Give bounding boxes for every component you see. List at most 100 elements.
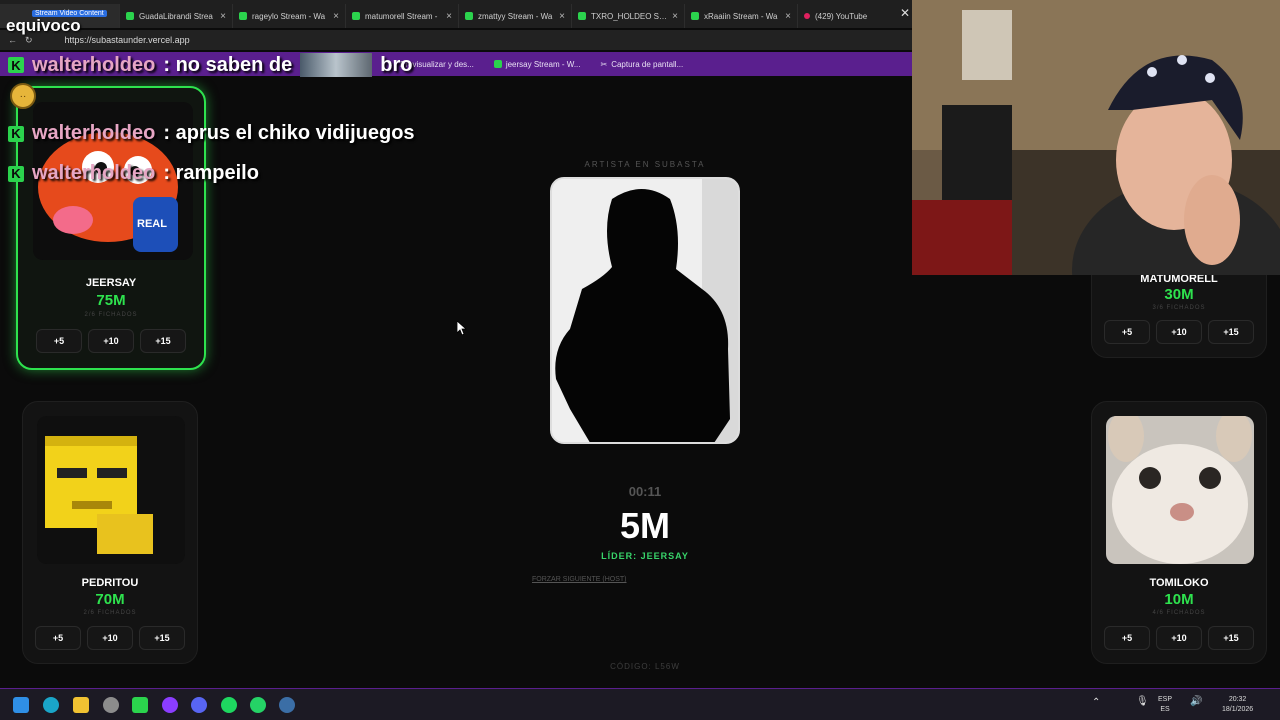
kick-icon: K bbox=[8, 57, 24, 73]
close-icon[interactable]: × bbox=[672, 11, 678, 22]
bid-plus-5-button[interactable]: +5 bbox=[1104, 320, 1150, 344]
kick-icon bbox=[126, 12, 134, 20]
bid-plus-5-button[interactable]: +5 bbox=[35, 626, 81, 650]
player-avatar bbox=[37, 416, 185, 564]
player-money: 70M bbox=[95, 591, 125, 608]
kick-icon bbox=[691, 12, 699, 20]
player-signed-count: 4/6 FICHADOS bbox=[1152, 610, 1206, 616]
bookmark-item[interactable]: ✂ Captura de pantall... bbox=[601, 60, 684, 69]
settings-icon[interactable] bbox=[103, 697, 119, 713]
leader-label: LÍDER: JEERSAY bbox=[601, 551, 689, 561]
language-code: ESP bbox=[1158, 696, 1173, 703]
tab-label: matumorell Stream - bbox=[365, 11, 438, 21]
screen: GuadaLibrandi Strea × rageylo Stream - Wa… bbox=[0, 0, 1280, 720]
chat-message: K walterholdeo : aprus el chiko vidijueg… bbox=[8, 122, 415, 145]
bid-plus-10-button[interactable]: +10 bbox=[88, 329, 134, 353]
chat-message: K walterholdeo : rampeilo bbox=[8, 162, 259, 185]
steam-icon[interactable] bbox=[279, 697, 295, 713]
bid-plus-15-button[interactable]: +15 bbox=[1208, 320, 1254, 344]
player-signed-count: 2/6 FICHADOS bbox=[83, 610, 137, 616]
tab-youtube[interactable]: (429) YouTube bbox=[798, 4, 898, 28]
reload-icon[interactable]: ↻ bbox=[25, 35, 33, 46]
canva-icon[interactable] bbox=[162, 697, 178, 713]
bid-plus-10-button[interactable]: +10 bbox=[87, 626, 133, 650]
close-icon[interactable]: × bbox=[220, 11, 226, 22]
kick-icon[interactable] bbox=[132, 697, 148, 713]
tab-matumorell[interactable]: matumorell Stream - × bbox=[346, 4, 459, 28]
microphone-icon[interactable]: 🎙 bbox=[1136, 697, 1149, 707]
bid-plus-15-button[interactable]: +15 bbox=[1208, 626, 1254, 650]
chat-username: walterholdeo bbox=[32, 162, 156, 184]
player-name: PEDRITOU bbox=[81, 577, 139, 589]
force-next-link[interactable]: FORZAR SIGUIENTE (HOST) bbox=[532, 576, 627, 583]
bid-plus-15-button[interactable]: +15 bbox=[139, 626, 185, 650]
bid-plus-5-button[interactable]: +5 bbox=[1104, 626, 1150, 650]
kick-icon bbox=[465, 12, 473, 20]
whatsapp-icon[interactable] bbox=[250, 697, 266, 713]
youtube-icon bbox=[804, 13, 810, 19]
tab-xraaiin[interactable]: xRaaiin Stream - Wa × bbox=[685, 4, 798, 28]
tab-rageylo[interactable]: rageylo Stream - Wa × bbox=[233, 4, 346, 28]
region-code: ES bbox=[1160, 706, 1170, 713]
tab-txro-holdeo[interactable]: TXRO_HOLDEO Strea × bbox=[572, 4, 685, 28]
tab-guadalibrandi[interactable]: GuadaLibrandi Strea × bbox=[120, 4, 233, 28]
file-explorer-icon[interactable] bbox=[73, 697, 89, 713]
player-avatar bbox=[1106, 416, 1254, 564]
kick-icon bbox=[352, 12, 360, 20]
edge-icon[interactable] bbox=[43, 697, 59, 713]
discord-icon[interactable] bbox=[191, 697, 207, 713]
kick-icon bbox=[239, 12, 247, 20]
bid-buttons: +5 +10 +15 bbox=[1092, 320, 1266, 344]
player-signed-count: 2/6 FICHADOS bbox=[84, 312, 138, 318]
speaker-icon[interactable]: 🔊 bbox=[1190, 697, 1202, 707]
player-money: 10M bbox=[1164, 591, 1194, 608]
language-indicator[interactable]: ESP ES bbox=[1158, 695, 1172, 715]
windows-start-icon[interactable] bbox=[13, 697, 29, 713]
clock-time: 20:32 bbox=[1228, 696, 1247, 703]
tab-label: rageylo Stream - Wa bbox=[252, 11, 326, 21]
close-icon[interactable]: × bbox=[785, 11, 791, 22]
tab-zmattyy[interactable]: zmattyy Stream - Wa × bbox=[459, 4, 572, 28]
address-bar: ← ↻ https://subastaunder.vercel.app bbox=[0, 30, 912, 50]
windows-taskbar: ⌃ 🎙 ESP ES 🔊 20:32 18/1/2026 bbox=[0, 688, 1280, 720]
clock[interactable]: 20:32 18/1/2026 bbox=[1222, 695, 1253, 715]
bookmark-label: jeersay Stream - W... bbox=[505, 59, 581, 69]
mouse-cursor-icon bbox=[457, 321, 467, 335]
current-bid: 5M bbox=[619, 505, 670, 546]
emoji-icon: ·· bbox=[10, 83, 36, 109]
back-icon[interactable]: ← bbox=[8, 35, 17, 45]
bid-plus-15-button[interactable]: +15 bbox=[140, 329, 186, 353]
chevron-up-icon[interactable]: ⌃ bbox=[1092, 698, 1100, 708]
chat-overlay-word: equivoco bbox=[6, 16, 81, 35]
chat-username: walterholdeo bbox=[32, 53, 156, 76]
spotify-icon[interactable] bbox=[221, 697, 237, 713]
bid-plus-10-button[interactable]: +10 bbox=[1156, 626, 1202, 650]
bid-buttons: +5 +10 +15 bbox=[18, 329, 204, 353]
close-icon[interactable]: ✕ bbox=[900, 6, 910, 20]
chat-text: : rampeilo bbox=[163, 162, 259, 184]
player-name: JEERSAY bbox=[85, 277, 137, 289]
player-money: 75M bbox=[96, 292, 126, 309]
svg-text:REAL: REAL bbox=[137, 218, 167, 230]
room-code: CÓDIGO: L56W bbox=[610, 662, 680, 671]
bookmark-item[interactable]: jeersay Stream - W... bbox=[493, 59, 581, 69]
close-icon[interactable]: × bbox=[333, 11, 339, 22]
chat-text: : no saben de bbox=[163, 53, 293, 76]
chat-username: walterholdeo bbox=[32, 122, 156, 144]
bookmark-label: Captura de pantall... bbox=[611, 59, 684, 69]
bid-buttons: +5 +10 +15 bbox=[1092, 626, 1266, 650]
player-signed-count: 3/6 FICHADOS bbox=[1152, 305, 1206, 311]
tab-label: xRaaiin Stream - Wa bbox=[704, 11, 778, 21]
url-field[interactable]: https://subastaunder.vercel.app bbox=[65, 35, 190, 45]
player-money: 30M bbox=[1164, 286, 1194, 303]
tab-label: GuadaLibrandi Strea bbox=[139, 11, 213, 21]
browser-tab-bar: GuadaLibrandi Strea × rageylo Stream - Wa… bbox=[0, 0, 912, 28]
bid-plus-10-button[interactable]: +10 bbox=[1156, 320, 1202, 344]
player-card-tomiloko: TOMILOKO 10M 4/6 FICHADOS +5 +10 +15 bbox=[1091, 401, 1267, 664]
kick-icon: K bbox=[8, 125, 24, 142]
tab-label: TXRO_HOLDEO Strea bbox=[591, 11, 668, 21]
close-icon[interactable]: × bbox=[559, 11, 565, 22]
close-icon[interactable]: × bbox=[446, 11, 452, 22]
bid-plus-5-button[interactable]: +5 bbox=[36, 329, 82, 353]
tab-label: (429) YouTube bbox=[815, 11, 868, 21]
